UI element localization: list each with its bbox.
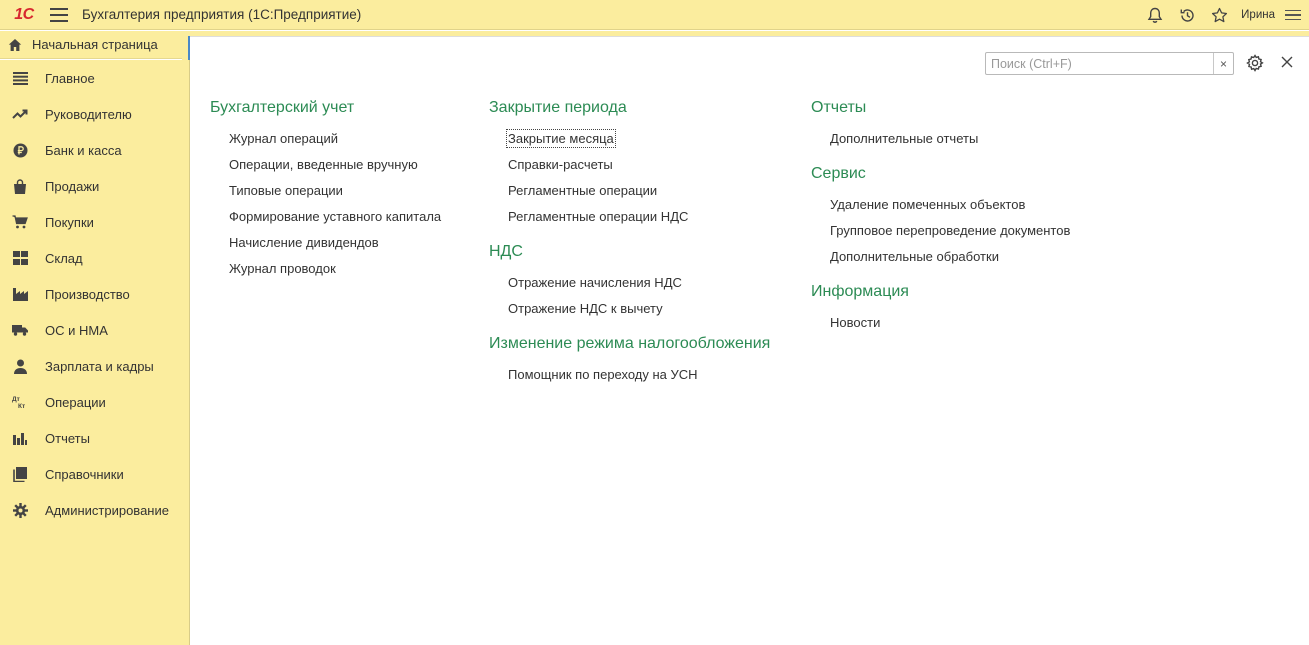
bar-chart-icon <box>12 430 28 446</box>
column-period-closing: Закрытие периода Закрытие месяца Справки… <box>489 99 770 393</box>
bell-icon[interactable] <box>1144 4 1166 26</box>
sidebar-item-label: Администрирование <box>45 502 169 518</box>
function-panel: × Бухгалтерский учет Журнал операций Опе… <box>190 36 1309 645</box>
link-typical-operations[interactable]: Типовые операции <box>229 183 441 209</box>
section-title: Изменение режима налогообложения <box>489 335 771 352</box>
sidebar-item-label: Отчеты <box>45 430 90 446</box>
dt-kt-icon: Дт Кт <box>12 394 28 410</box>
link-manual-operations[interactable]: Операции, введенные вручную <box>229 157 441 183</box>
sidebar-item-label: Справочники <box>45 466 124 482</box>
home-icon <box>8 38 22 51</box>
trend-icon <box>12 106 28 122</box>
sidebar-item-administration[interactable]: Администрирование <box>0 492 189 528</box>
link-month-closing[interactable]: Закрытие месяца <box>506 129 770 157</box>
truck-icon <box>12 322 28 338</box>
sidebar-item-bank[interactable]: Банк и касса <box>0 132 189 168</box>
section-title: Информация <box>811 283 909 300</box>
app-title: Бухгалтерия предприятия (1С:Предприятие) <box>82 7 362 22</box>
sidebar-item-manager[interactable]: Руководителю <box>0 96 189 132</box>
sidebar-item-operations[interactable]: Дт Кт Операции <box>0 384 189 420</box>
sidebar-item-reports[interactable]: Отчеты <box>0 420 189 456</box>
section-title: Сервис <box>811 165 866 182</box>
link-authorized-capital[interactable]: Формирование уставного капитала <box>229 209 441 235</box>
link-group-reposting[interactable]: Групповое перепроведение документов <box>830 223 1070 249</box>
link-operations-journal[interactable]: Журнал операций <box>229 131 441 157</box>
link-routine-operations-vat[interactable]: Регламентные операции НДС <box>508 209 770 235</box>
sidebar-item-label: Операции <box>45 394 106 410</box>
section-title: Отчеты <box>811 99 867 116</box>
link-vat-deduction[interactable]: Отражение НДС к вычету <box>508 301 770 327</box>
user-name[interactable]: Ирина <box>1241 9 1275 21</box>
sidebar-item-main[interactable]: Главное <box>0 60 189 96</box>
section-title: Закрытие периода <box>489 99 627 116</box>
list-icon <box>12 70 28 86</box>
warehouse-grid-icon <box>12 250 28 266</box>
link-calculation-certificates[interactable]: Справки-расчеты <box>508 157 770 183</box>
svg-text:Кт: Кт <box>18 403 25 409</box>
shopping-bag-icon <box>12 178 28 194</box>
settings-menu-icon[interactable] <box>1285 9 1301 21</box>
sidebar-item-warehouse[interactable]: Склад <box>0 240 189 276</box>
close-icon[interactable] <box>1279 54 1295 70</box>
link-vat-accrual[interactable]: Отражение начисления НДС <box>508 275 770 301</box>
link-routine-operations[interactable]: Регламентные операции <box>508 183 770 209</box>
main-menu-icon[interactable] <box>50 7 68 22</box>
sidebar-item-label: Зарплата и кадры <box>45 358 154 374</box>
factory-icon <box>12 286 28 302</box>
tab-strip-edge <box>182 36 190 62</box>
sidebar-item-label: Главное <box>45 70 95 86</box>
link-delete-marked-objects[interactable]: Удаление помеченных объектов <box>830 197 1070 223</box>
app-logo-text: 1С <box>14 5 34 23</box>
sidebar-item-purchases[interactable]: Покупки <box>0 204 189 240</box>
history-icon[interactable] <box>1176 4 1198 26</box>
sidebar-item-label: Банк и касса <box>45 142 122 158</box>
sidebar-item-salary[interactable]: Зарплата и кадры <box>0 348 189 384</box>
sidebar-item-label: Руководителю <box>45 106 132 122</box>
link-news[interactable]: Новости <box>830 315 1070 341</box>
app-logo: 1С <box>6 5 42 25</box>
link-postings-journal[interactable]: Журнал проводок <box>229 261 441 287</box>
search-input[interactable] <box>986 53 1213 74</box>
section-title: НДС <box>489 243 523 260</box>
link-additional-processing[interactable]: Дополнительные обработки <box>830 249 1070 275</box>
title-bar: 1С Бухгалтерия предприятия (1С:Предприят… <box>0 0 1309 30</box>
books-icon <box>12 466 28 482</box>
sidebar-item-label: Склад <box>45 250 83 266</box>
sections-panel: Главное Руководителю Банк и касса Продаж… <box>0 60 190 645</box>
search-clear-icon[interactable]: × <box>1213 53 1233 74</box>
search-box: × <box>985 52 1234 75</box>
link-additional-reports[interactable]: Дополнительные отчеты <box>830 131 1070 157</box>
column-reports-service: Отчеты Дополнительные отчеты Сервис Удал… <box>811 99 1070 341</box>
sidebar-item-fixed-assets[interactable]: ОС и НМА <box>0 312 189 348</box>
home-tab-label: Начальная страница <box>32 37 158 52</box>
person-icon <box>12 358 28 374</box>
sidebar-item-label: Производство <box>45 286 130 302</box>
sidebar-item-label: Продажи <box>45 178 100 194</box>
sidebar-item-sales[interactable]: Продажи <box>0 168 189 204</box>
svg-text:Дт: Дт <box>12 396 20 403</box>
link-usn-transition-assistant[interactable]: Помощник по переходу на УСН <box>508 367 770 393</box>
sidebar-item-production[interactable]: Производство <box>0 276 189 312</box>
sidebar-item-label: Покупки <box>45 214 94 230</box>
sidebar-item-catalogs[interactable]: Справочники <box>0 456 189 492</box>
cart-icon <box>12 214 28 230</box>
gear-icon <box>12 502 28 518</box>
star-icon[interactable] <box>1208 4 1230 26</box>
home-tab[interactable]: Начальная страница <box>0 31 182 59</box>
column-accounting: Бухгалтерский учет Журнал операций Опера… <box>210 99 441 287</box>
section-title: Бухгалтерский учет <box>210 99 355 116</box>
panel-settings-gear-icon[interactable] <box>1246 54 1264 72</box>
link-dividends[interactable]: Начисление дивидендов <box>229 235 441 261</box>
sidebar-item-label: ОС и НМА <box>45 322 108 338</box>
ruble-coin-icon <box>12 142 28 158</box>
